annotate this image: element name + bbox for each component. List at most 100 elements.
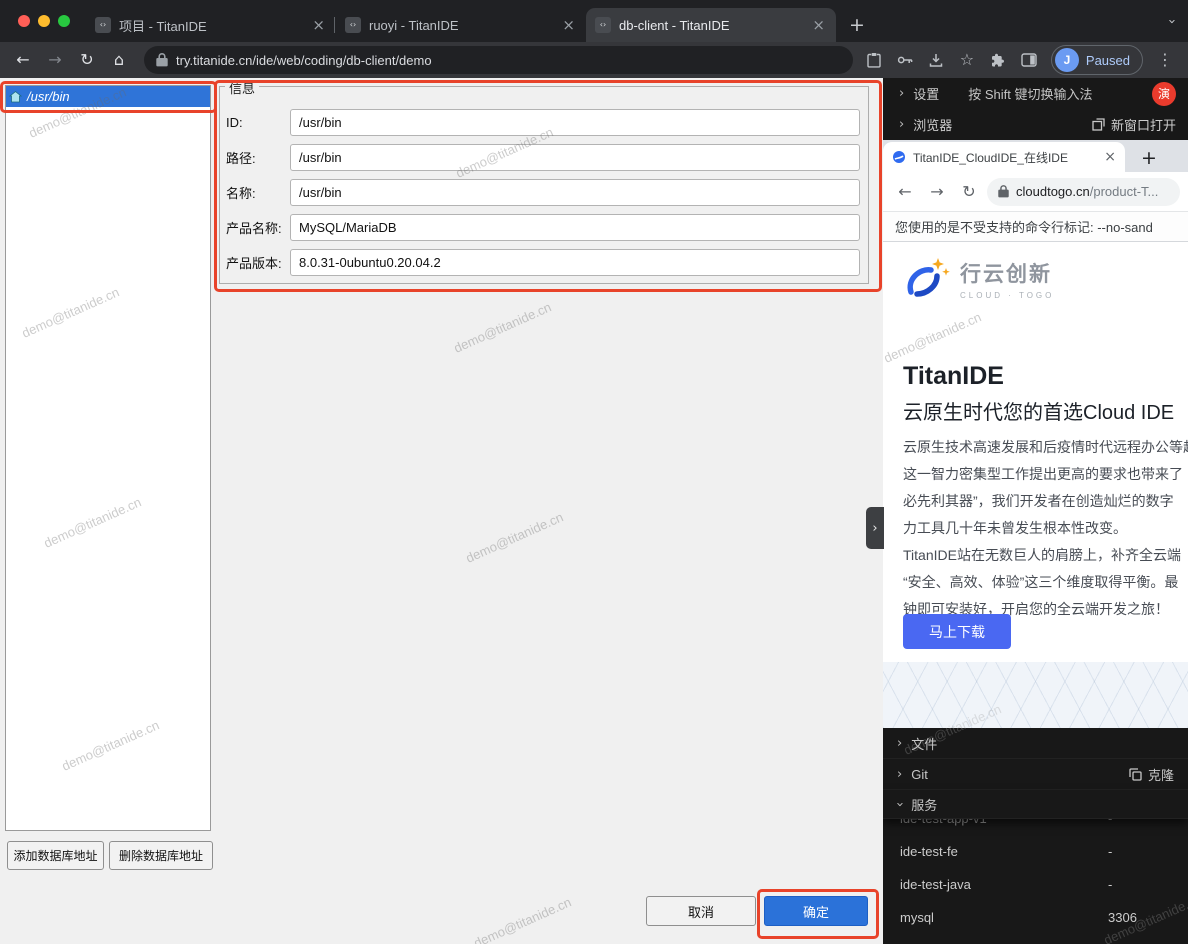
cloudtogo-site: 行云创新 CLOUD · TOGO TitanIDE 云原生时代您的首选Clou…: [883, 242, 1188, 728]
address-bar[interactable]: try.titanide.cn/ide/web/coding/db-client…: [144, 46, 853, 74]
id-label: ID:: [226, 115, 290, 130]
paragraph-line: TitanIDE站在无数巨人的肩膀上，补齐全云端: [903, 542, 1188, 569]
ide-side-panel: › 设置 按 Shift 键切换输入法 演 › 浏览器 新窗口打开 TitanI…: [883, 78, 1188, 944]
git-clone-button[interactable]: 克隆: [1129, 765, 1174, 784]
database-address-list[interactable]: /usr/bin: [5, 85, 211, 831]
files-section-row[interactable]: › 文件: [883, 728, 1188, 759]
reload-icon[interactable]: ↻: [74, 47, 100, 73]
ok-button[interactable]: 确定: [764, 896, 868, 926]
product-name-field[interactable]: [290, 214, 860, 241]
service-list: ide-test-app-v1 - ide-test-fe - ide-test…: [883, 802, 1188, 944]
back-icon[interactable]: ←: [10, 47, 36, 73]
open-new-window-button[interactable]: 新窗口打开: [1092, 115, 1176, 134]
back-icon[interactable]: ←: [891, 178, 919, 206]
profile-paused-chip[interactable]: J Paused: [1051, 45, 1143, 75]
forward-icon[interactable]: →: [923, 178, 951, 206]
service-port: 3306: [1108, 910, 1137, 925]
form-row-product-name: 产品名称:: [226, 214, 860, 241]
settings-section-row[interactable]: › 设置 按 Shift 键切换输入法 演: [883, 78, 1188, 109]
tab-search-chevron-icon[interactable]: ›: [1165, 18, 1178, 23]
files-label: 文件: [911, 734, 937, 753]
clipboard-icon[interactable]: [865, 51, 883, 69]
paragraph-line: 必先利其器”，我们开发者在创造灿烂的数字: [903, 488, 1188, 515]
embedded-tab-title: TitanIDE_CloudIDE_在线IDE: [913, 149, 1097, 166]
tab-title: 项目 - TitanIDE: [119, 16, 302, 35]
browser-tab-db-client[interactable]: ‹› db-client - TitanIDE ×: [586, 8, 836, 42]
site-subtitle: 云原生时代您的首选Cloud IDE: [903, 396, 1174, 425]
product-version-label: 产品版本:: [226, 253, 290, 272]
chevron-right-icon: ›: [899, 118, 904, 131]
window-controls: [0, 15, 86, 27]
screen: ‹› 项目 - TitanIDE × ‹› ruoyi - TitanIDE ×…: [0, 0, 1188, 944]
cloudtogo-logo[interactable]: 行云创新 CLOUD · TOGO: [897, 256, 1054, 302]
embedded-tab[interactable]: TitanIDE_CloudIDE_在线IDE ×: [883, 142, 1125, 172]
site-paragraph-1: 云原生技术高速发展和后疫情时代远程办公等趋 这一智力密集型工作提出更高的要求也带…: [903, 434, 1188, 542]
tab-close-icon[interactable]: ×: [560, 18, 577, 33]
paragraph-line: 力工具几十年未曾发生根本性改变。: [903, 515, 1188, 542]
chevron-right-icon: ›: [897, 768, 902, 781]
home-icon[interactable]: ⌂: [106, 47, 132, 73]
tab-close-icon[interactable]: ×: [810, 18, 827, 33]
bookmark-star-icon[interactable]: ☆: [958, 51, 976, 69]
form-row-product-version: 产品版本:: [226, 249, 860, 276]
git-label: Git: [911, 767, 928, 782]
info-fieldset: 信息 ID: 路径: 名称: 产品名称: 产品版本:: [219, 86, 869, 284]
product-version-field[interactable]: [290, 249, 860, 276]
window-close-button[interactable]: [18, 15, 30, 27]
profile-status: Paused: [1086, 53, 1130, 68]
browser-toolbar: ← → ↻ ⌂ try.titanide.cn/ide/web/coding/d…: [0, 42, 1188, 78]
paragraph-line: 这一智力密集型工作提出更高的要求也带来了: [903, 461, 1188, 488]
embedded-url-host: cloudtogo.cn: [1016, 184, 1090, 199]
browser-tab-ruoyi[interactable]: ‹› ruoyi - TitanIDE ×: [336, 8, 586, 42]
info-legend: 信息: [225, 78, 259, 97]
service-row[interactable]: mysql 3306: [883, 901, 1188, 934]
service-row[interactable]: ide-test-fe -: [883, 835, 1188, 868]
path-field[interactable]: [290, 144, 860, 171]
form-row-path: 路径:: [226, 144, 860, 171]
site-title: TitanIDE: [903, 362, 1004, 391]
toolbar-right-icons: ☆ J Paused ⋮: [865, 45, 1178, 75]
window-zoom-button[interactable]: [58, 15, 70, 27]
url-text: try.titanide.cn/ide/web/coding/db-client…: [176, 53, 432, 68]
embedded-new-tab-button[interactable]: +: [1141, 149, 1157, 172]
tab-close-icon[interactable]: ×: [310, 18, 327, 33]
service-row[interactable]: ide-test-java -: [883, 868, 1188, 901]
path-label: 路径:: [226, 148, 290, 167]
tab-close-icon[interactable]: ×: [1104, 150, 1116, 164]
git-section-row[interactable]: › Git 克隆: [883, 759, 1188, 790]
add-database-address-button[interactable]: 添加数据库地址: [7, 841, 104, 870]
home-db-icon: [9, 91, 22, 103]
browser-section-label: 浏览器: [913, 115, 952, 134]
chevron-right-icon: ›: [897, 737, 902, 750]
browser-menu-kebab-icon[interactable]: ⋮: [1156, 51, 1174, 69]
panel-collapse-handle[interactable]: ›: [866, 507, 884, 549]
download-now-button[interactable]: 马上下载: [903, 614, 1011, 649]
id-field[interactable]: [290, 109, 860, 136]
embedded-url-path: /product-T...: [1090, 184, 1159, 199]
services-section-row[interactable]: › 服务: [883, 790, 1188, 819]
extensions-puzzle-icon[interactable]: [989, 51, 1007, 69]
browser-tab-project[interactable]: ‹› 项目 - TitanIDE ×: [86, 8, 336, 42]
brand-subtitle: CLOUD · TOGO: [960, 291, 1054, 300]
site-paragraph-2: TitanIDE站在无数巨人的肩膀上，补齐全云端 “安全、高效、体验”这三个维度…: [903, 542, 1188, 623]
delete-database-address-button[interactable]: 删除数据库地址: [109, 841, 213, 870]
name-field[interactable]: [290, 179, 860, 206]
side-panel-icon[interactable]: [1020, 51, 1038, 69]
forward-icon[interactable]: →: [42, 47, 68, 73]
unsupported-flag-infobar: 您使用的是不受支持的命令行标记: --no-sand: [883, 212, 1188, 242]
embedded-tab-strip: TitanIDE_CloudIDE_在线IDE × +: [883, 140, 1188, 172]
password-key-icon[interactable]: [896, 51, 914, 69]
browser-section-row[interactable]: › 浏览器 新窗口打开: [883, 109, 1188, 140]
new-tab-button[interactable]: +: [844, 12, 870, 38]
browser-tab-strip: ‹› 项目 - TitanIDE × ‹› ruoyi - TitanIDE ×…: [0, 0, 1188, 42]
window-minimize-button[interactable]: [38, 15, 50, 27]
database-list-item-selected[interactable]: /usr/bin: [6, 86, 210, 107]
chevron-right-icon: ›: [899, 87, 904, 100]
reload-icon[interactable]: ↻: [955, 178, 983, 206]
form-row-id: ID:: [226, 109, 860, 136]
titanide-favicon-icon: ‹›: [345, 17, 361, 33]
install-download-icon[interactable]: [927, 51, 945, 69]
embedded-address-bar[interactable]: cloudtogo.cn/product-T...: [987, 178, 1180, 206]
settings-label: 设置: [913, 84, 939, 103]
cancel-button[interactable]: 取消: [646, 896, 756, 926]
